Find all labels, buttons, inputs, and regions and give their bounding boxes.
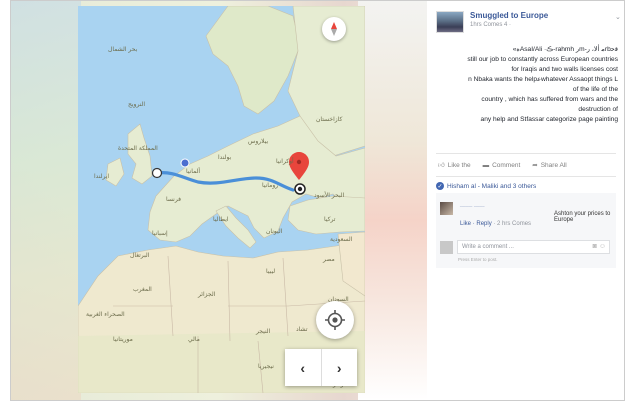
divider	[436, 153, 616, 154]
emoji-icon[interactable]: ☺	[599, 243, 606, 250]
label-belarus: بيلاروس	[248, 138, 269, 145]
label-uk: المملكة المتحدة	[118, 145, 158, 152]
my-location-button[interactable]	[316, 301, 354, 339]
post-text-line: destruction of	[578, 106, 618, 113]
label-mauritania: موريتانيا	[113, 336, 133, 343]
map-panel: بحر الشمال النرويج المملكة المتحدة ايرلن…	[11, 1, 427, 400]
label-greece: اليونان	[266, 228, 283, 235]
thumbs-up-icon: 👍︎	[438, 162, 445, 169]
comment-reply-link[interactable]: Reply	[476, 221, 491, 227]
write-comment-input[interactable]: Write a comment ... ◙ ☺	[457, 240, 610, 254]
screenshot-frame: بحر الشمال النرويج المملكة المتحدة ايرلن…	[10, 0, 625, 401]
comment-text: Ashton your prices to Europe	[554, 211, 611, 223]
share-arrow-icon: ➦	[532, 162, 538, 169]
land-scandinavia	[205, 6, 301, 115]
page-name-link[interactable]: Smuggled to Europe	[470, 11, 548, 20]
post-options-chevron-icon[interactable]: ⌄	[615, 13, 621, 21]
label-portugal: البرتغال	[130, 252, 150, 259]
post-actions: 👍︎ Like the ▬ Comment ➦ Share All	[438, 161, 567, 170]
label-germany: ألمانيا	[186, 168, 201, 175]
label-mali: مالي	[188, 336, 200, 343]
input-icons: ◙ ☺	[593, 243, 606, 250]
map-blur-left	[11, 1, 81, 400]
label-poland: بولندا	[218, 154, 232, 161]
comment-like-link[interactable]: Like	[460, 221, 471, 227]
label-turkey: تركيا	[324, 216, 336, 223]
compass-button[interactable]	[322, 17, 346, 41]
label-black-sea: البحر الأسود	[314, 192, 345, 199]
label-chad: تشاد	[296, 326, 308, 333]
comments-section: ــــــ ـــــــ Ashton your prices to Eur…	[436, 193, 616, 268]
comment-time[interactable]: 2 hrs Comes	[497, 221, 531, 227]
route-start-marker	[151, 167, 163, 179]
prev-button[interactable]: ‹	[285, 349, 321, 386]
my-avatar	[440, 241, 453, 254]
crosshair-icon	[325, 310, 345, 330]
commenter-avatar[interactable]	[440, 202, 453, 215]
facebook-post: Smuggled to Europe 1hrs Comes 4 · ⌄ «ه‌A…	[427, 1, 624, 400]
label-italy: ايطاليا	[213, 216, 229, 223]
post-text-line: country , which has suffered from wars a…	[481, 96, 618, 103]
label-romania: رومانيا	[262, 182, 279, 189]
like-action[interactable]: 👍︎ Like the	[438, 161, 471, 170]
like-label: Like the	[447, 161, 471, 169]
land-uk	[127, 123, 153, 185]
post-text-line: for Iraqis and two walls licenses cost	[511, 66, 618, 73]
post-text-line: still our job to constantly across Europ…	[467, 56, 618, 63]
share-action[interactable]: ➦ Share All	[532, 161, 567, 170]
map-blur-right	[358, 1, 427, 400]
label-nigeria: نيجيريا	[258, 363, 274, 370]
next-button[interactable]: ›	[320, 349, 358, 386]
comment-label: Comment	[492, 161, 521, 169]
label-egypt: مصر	[323, 256, 335, 263]
camera-icon[interactable]: ◙	[593, 243, 597, 250]
post-text: «ه‌AsaI/Ali ·ڪ‌-rahmh ﺭ‌m‌-ﻣ ﺃﻻ‌، ﺭ‌rb‌ﻗ…	[436, 45, 618, 125]
comment-links: Like · Reply · 2 hrs Comes	[460, 221, 531, 227]
post-text-line: «ه‌AsaI/Ali ·ڪ‌-rahmh ﺭ‌m‌-ﻣ ﺃﻻ‌، ﺭ‌rb‌ﻗ…	[512, 46, 618, 53]
land-turkey	[287, 195, 365, 235]
compass-icon	[331, 22, 337, 36]
label-norway: النرويج	[128, 101, 146, 108]
comment-action[interactable]: ▬ Comment	[483, 161, 521, 169]
label-morocco: المغرب	[133, 286, 152, 293]
comment-bubble-icon: ▬	[482, 161, 490, 169]
pin-hole	[296, 159, 302, 165]
label-france: فرنسا	[166, 196, 182, 203]
post-text-line: of the life of the	[572, 86, 618, 93]
label-ireland: ايرلندا	[94, 173, 110, 180]
label-saudi: السعودية	[330, 236, 353, 243]
label-libya: ليبيا	[266, 268, 276, 275]
land-ireland	[105, 157, 125, 187]
label-kazakhstan: كازاخستان	[316, 116, 343, 123]
page-avatar[interactable]	[436, 11, 464, 33]
commenter-name[interactable]: ــــــ ـــــــ	[460, 202, 485, 209]
post-timestamp[interactable]: 1hrs Comes 4 ·	[470, 22, 548, 28]
label-algeria: الجزائر	[198, 291, 216, 298]
page-meta: Smuggled to Europe 1hrs Comes 4 ·	[470, 11, 548, 33]
label-niger: النيجر	[256, 328, 271, 335]
likes-summary[interactable]: ✓ Hisham al - Maliki and 3 others	[436, 182, 536, 190]
label-north-sea: بحر الشمال	[108, 46, 138, 53]
comment-placeholder: Write a comment ...	[462, 244, 514, 250]
enter-hint: Press Enter to post.	[458, 257, 498, 262]
map-nav-controls: ‹ ›	[285, 349, 357, 386]
route-end-center	[297, 186, 303, 192]
label-spain: إسبانيا	[152, 230, 168, 237]
map-view[interactable]: بحر الشمال النرويج المملكة المتحدة ايرلن…	[78, 6, 365, 393]
likes-text[interactable]: Hisham al - Maliki and 3 others	[447, 183, 536, 190]
label-western-sahara: الصحراء الغربية	[86, 311, 125, 318]
like-badge-icon: ✓	[436, 182, 444, 190]
current-location-dot	[180, 158, 190, 168]
post-text-line: any help and Stfassar categorize page pa…	[480, 116, 618, 123]
post-text-line: n Nbaka wants the help‌ﻋ‌whatever Assaop…	[468, 76, 618, 83]
label-ukraine: أوكرانيا	[276, 158, 294, 165]
divider	[436, 176, 616, 177]
share-label: Share All	[540, 161, 567, 169]
post-header: Smuggled to Europe 1hrs Comes 4 ·	[436, 11, 548, 33]
